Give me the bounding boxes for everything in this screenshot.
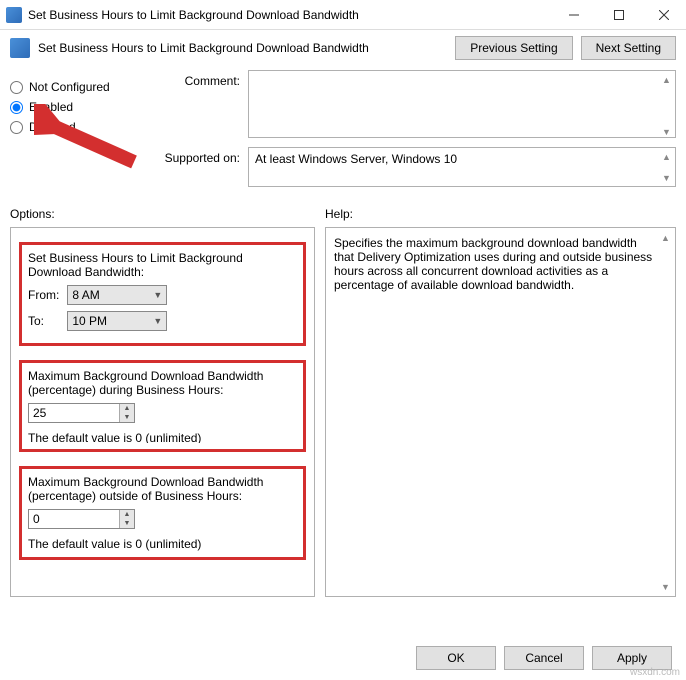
highlight-box-3: Maximum Background Download Bandwidth (p… [19, 466, 306, 560]
supported-label: Supported on: [150, 147, 240, 165]
ok-button[interactable]: OK [416, 646, 496, 670]
from-label: From: [28, 288, 64, 302]
chevron-down-icon: ▼ [153, 290, 162, 300]
radio-not-configured-input[interactable] [10, 81, 23, 94]
note-text-cut: The default value is 0 (unlimited) [28, 431, 297, 443]
previous-setting-button[interactable]: Previous Setting [455, 36, 572, 60]
scroll-down-icon[interactable]: ▼ [659, 170, 674, 185]
spinner-up-icon[interactable]: ▲ [120, 404, 134, 413]
close-button[interactable] [641, 0, 686, 29]
to-select[interactable]: 10 PM ▼ [67, 311, 167, 331]
radio-disabled-input[interactable] [10, 121, 23, 134]
watermark: wsxdn.com [630, 667, 680, 678]
option-title: Set Business Hours to Limit Background D… [28, 251, 297, 279]
help-pane: Specifies the maximum background downloa… [325, 227, 676, 597]
comment-label: Comment: [150, 70, 240, 88]
during-hours-input[interactable]: 25 ▲ ▼ [28, 403, 135, 423]
from-value: 8 AM [72, 288, 99, 302]
outside-hours-input[interactable]: 0 ▲ ▼ [28, 509, 135, 529]
header: Set Business Hours to Limit Background D… [0, 30, 686, 66]
supported-on-text: At least Windows Server, Windows 10 [255, 152, 457, 166]
window-title: Set Business Hours to Limit Background D… [28, 8, 551, 22]
highlight-box-2: Maximum Background Download Bandwidth (p… [19, 360, 306, 452]
spinner-down-icon[interactable]: ▼ [120, 519, 134, 528]
from-select[interactable]: 8 AM ▼ [67, 285, 167, 305]
note-text: The default value is 0 (unlimited) [28, 537, 297, 551]
option-title: Maximum Background Download Bandwidth (p… [28, 475, 297, 503]
next-setting-button[interactable]: Next Setting [581, 36, 676, 60]
supported-on-box: At least Windows Server, Windows 10 [248, 147, 676, 187]
during-hours-value: 25 [29, 404, 119, 422]
highlight-box-1: Set Business Hours to Limit Background D… [19, 242, 306, 346]
radio-label: Enabled [29, 100, 73, 114]
scroll-up-icon[interactable]: ▲ [659, 149, 674, 164]
chevron-down-icon: ▼ [153, 316, 162, 326]
help-text: Specifies the maximum background downloa… [334, 236, 655, 292]
radio-not-configured[interactable]: Not Configured [10, 80, 140, 94]
spinner-up-icon[interactable]: ▲ [120, 510, 134, 519]
radio-disabled[interactable]: Disabled [10, 120, 140, 134]
option-title: Maximum Background Download Bandwidth (p… [28, 369, 297, 397]
comment-textarea[interactable] [248, 70, 676, 138]
state-radio-group: Not Configured Enabled Disabled [10, 70, 140, 193]
cancel-button[interactable]: Cancel [504, 646, 584, 670]
options-label: Options: [10, 207, 325, 221]
spinner-down-icon[interactable]: ▼ [120, 413, 134, 422]
maximize-button[interactable] [596, 0, 641, 29]
radio-enabled[interactable]: Enabled [10, 100, 140, 114]
radio-enabled-input[interactable] [10, 101, 23, 114]
radio-label: Not Configured [29, 80, 110, 94]
app-icon [6, 7, 22, 23]
options-pane: Set Business Hours to Limit Background D… [10, 227, 315, 597]
title-bar: Set Business Hours to Limit Background D… [0, 0, 686, 30]
scroll-up-icon[interactable]: ▲ [658, 230, 673, 245]
header-title: Set Business Hours to Limit Background D… [38, 41, 447, 55]
help-label: Help: [325, 207, 353, 221]
radio-label: Disabled [29, 120, 76, 134]
scroll-up-icon[interactable]: ▲ [659, 72, 674, 87]
minimize-button[interactable] [551, 0, 596, 29]
scroll-down-icon[interactable]: ▼ [659, 124, 674, 139]
to-value: 10 PM [72, 314, 107, 328]
to-label: To: [28, 314, 64, 328]
policy-icon [10, 38, 30, 58]
scroll-down-icon[interactable]: ▼ [658, 579, 673, 594]
footer: OK Cancel Apply [0, 635, 686, 680]
outside-hours-value: 0 [29, 510, 119, 528]
